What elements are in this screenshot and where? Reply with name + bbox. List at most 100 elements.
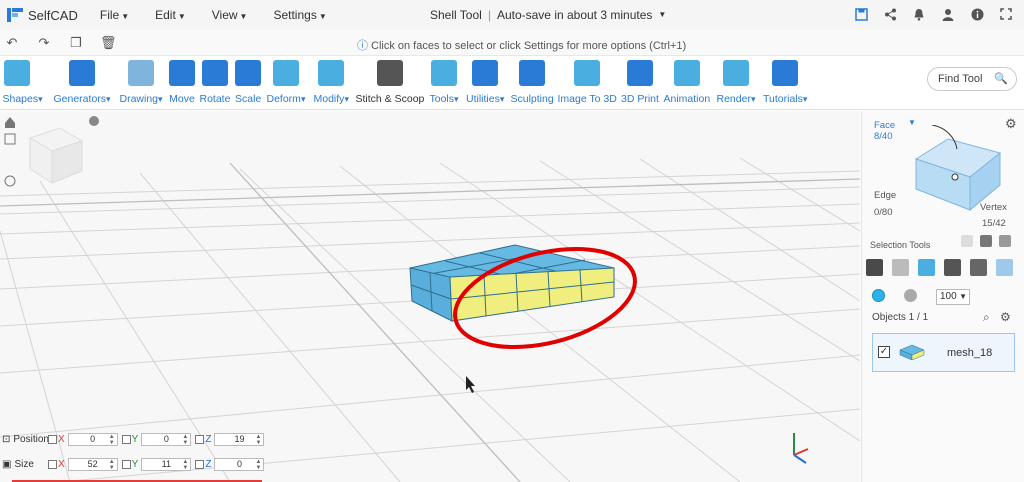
sphere-brush-icon[interactable] [904, 289, 917, 302]
z-axis-label[interactable]: Z [195, 459, 211, 470]
save-icon[interactable] [853, 6, 869, 22]
size-y-input[interactable]: 11 ▲ ▼ [141, 458, 192, 471]
face-select-icon[interactable] [918, 259, 935, 276]
edge-select-icon[interactable] [944, 259, 961, 276]
find-tool-input[interactable]: Find Tool 🔍 [927, 67, 1017, 91]
tool-generator[interactable]: Generators ▾ [54, 60, 111, 105]
share-icon[interactable] [882, 6, 898, 22]
size-x-value: 52 [87, 459, 98, 469]
redo-icon[interactable]: ↷ [36, 35, 52, 51]
wireframe-select-icon[interactable] [892, 259, 909, 276]
tool-scale[interactable]: Scale [235, 60, 261, 105]
spinner-icon[interactable]: ▲ ▼ [256, 434, 262, 446]
bell-icon[interactable] [911, 6, 927, 22]
scene-canvas[interactable] [0, 111, 860, 482]
y-axis-label[interactable]: Y [121, 434, 138, 445]
lights-icon[interactable] [89, 116, 99, 126]
chevron-down-icon[interactable]: ▾ [344, 94, 349, 105]
x-axis-label[interactable]: X [48, 459, 65, 470]
tool-printer[interactable]: 3D Print [621, 60, 659, 105]
menu-settings[interactable]: Settings ▼ [273, 8, 326, 22]
vertex-select-icon[interactable] [970, 259, 987, 276]
z-lock-checkbox[interactable] [195, 435, 205, 444]
pen-select-icon[interactable] [996, 259, 1013, 276]
chevron-down-icon[interactable]: ▾ [106, 94, 111, 105]
spinner-icon[interactable]: ▲ ▼ [182, 434, 188, 446]
home-icon[interactable] [5, 117, 15, 128]
tool-image-to-3d[interactable]: Image To 3D [558, 60, 617, 105]
chevron-down-icon[interactable]: ▾ [751, 94, 756, 105]
position-z-input[interactable]: 19 ▲ ▼ [214, 433, 265, 446]
tool-tutorials[interactable]: Tutorials ▾ [763, 60, 807, 105]
visibility-checkbox[interactable]: ✓ [878, 346, 890, 358]
mesh-object[interactable] [409, 244, 615, 322]
search-icon[interactable]: 🔍 [994, 72, 1008, 85]
undo-icon[interactable]: ↶ [4, 35, 20, 51]
tool-deform[interactable]: Deform ▾ [266, 60, 306, 105]
spinner-icon[interactable]: ▲ ▼ [182, 459, 188, 471]
tool-rotate[interactable]: Rotate [200, 60, 230, 105]
tool-stitch-scoop[interactable]: Stitch & Scoop [356, 60, 424, 105]
tool-drawing[interactable]: Drawing ▾ [120, 60, 163, 105]
menu-file[interactable]: File ▼ [100, 8, 129, 22]
tool-animation[interactable]: Animation [664, 60, 710, 105]
box-select-icon[interactable] [961, 235, 973, 247]
tool-tools[interactable]: Tools ▾ [430, 60, 459, 105]
view-cube[interactable] [28, 127, 84, 184]
tool-utilities[interactable]: Utilities ▾ [466, 60, 504, 105]
chevron-down-icon[interactable]: ▾ [301, 94, 306, 105]
tool-sculpting[interactable]: Sculpting [511, 60, 554, 105]
3d-viewport[interactable] [0, 111, 860, 482]
position-x-value: 0 [90, 434, 96, 444]
trash-icon[interactable]: 🗑 [100, 35, 117, 51]
frame-icon[interactable] [4, 133, 16, 145]
menu-view[interactable]: View ▼ [212, 8, 248, 22]
tool-cube[interactable]: D Shapes▾ [0, 60, 43, 105]
chevron-down-icon[interactable]: ▾ [500, 94, 505, 105]
position-x-input[interactable]: 0 ▲ ▼ [67, 433, 118, 446]
copy-icon[interactable]: ❐ [68, 35, 84, 51]
tool-label: Deform [266, 93, 301, 105]
chevron-down-icon[interactable]: ▾ [158, 94, 163, 105]
y-axis-label[interactable]: Y [121, 459, 138, 470]
gear-icon[interactable]: ⚙ [1000, 310, 1011, 324]
spinner-icon[interactable]: ▲ ▼ [109, 434, 115, 446]
user-icon[interactable] [940, 6, 956, 22]
position-y-input[interactable]: 0 ▲ ▼ [141, 433, 192, 446]
search-icon[interactable]: ⌕ [983, 310, 990, 325]
chevron-down-icon[interactable]: ▾ [38, 94, 43, 105]
z-axis-label[interactable]: Z [195, 434, 211, 445]
tool-modify[interactable]: Modify ▾ [314, 60, 349, 105]
chevron-down-icon[interactable]: ▾ [454, 94, 459, 105]
y-lock-checkbox[interactable] [121, 435, 131, 444]
size-z-input[interactable]: 0 ▲ ▼ [214, 458, 265, 471]
x-lock-checkbox[interactable] [48, 435, 57, 444]
edge-label[interactable]: Edge [874, 190, 896, 201]
app-logo[interactable]: SelfCAD [6, 6, 78, 24]
x-lock-checkbox[interactable] [48, 460, 57, 469]
tool-render[interactable]: Render ▾ [717, 60, 756, 105]
solid-select-icon[interactable] [866, 259, 883, 276]
menu-edit[interactable]: Edit ▼ [155, 8, 186, 22]
select-all-icon[interactable] [999, 235, 1011, 247]
brush-circle-icon[interactable] [872, 289, 885, 302]
vertex-label[interactable]: Vertex [980, 202, 1007, 213]
size-x-input[interactable]: 52 ▲ ▼ [67, 458, 118, 471]
chevron-down-icon[interactable]: ▼ [658, 10, 666, 22]
z-lock-checkbox[interactable] [195, 460, 205, 469]
selected-faces[interactable] [449, 267, 615, 322]
object-list-item[interactable]: ✓ mesh_18 [872, 333, 1015, 372]
autosave-status[interactable]: Auto-save in about 3 minutes [497, 8, 652, 22]
info-icon[interactable] [969, 6, 985, 22]
y-lock-checkbox[interactable] [121, 460, 131, 469]
face-mode-label[interactable]: Face [874, 120, 895, 131]
x-axis-label[interactable]: X [48, 434, 65, 445]
layers-icon[interactable] [980, 235, 992, 247]
orbit-icon[interactable] [4, 175, 16, 187]
tool-move[interactable]: Move [169, 60, 195, 105]
brush-size-select[interactable]: 100 ▼ [936, 289, 970, 305]
fullscreen-icon[interactable] [998, 6, 1014, 22]
spinner-icon[interactable]: ▲ ▼ [109, 459, 115, 471]
spinner-icon[interactable]: ▲ ▼ [256, 459, 262, 471]
chevron-down-icon[interactable]: ▾ [803, 94, 808, 105]
